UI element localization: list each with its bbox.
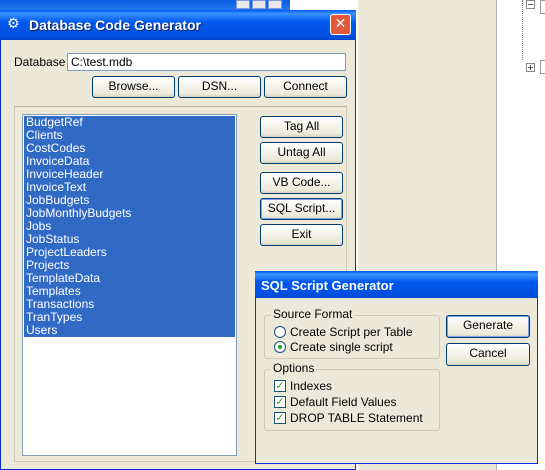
exit-button[interactable]: Exit — [260, 224, 343, 246]
database-label: Database — [14, 55, 66, 69]
tag-all-button[interactable]: Tag All — [260, 116, 343, 138]
indexes-checkbox[interactable]: ✓ — [274, 380, 286, 392]
close-icon: ✕ — [334, 16, 347, 32]
sql-script-button[interactable]: SQL Script... — [260, 198, 343, 220]
checkbox-label: Indexes — [290, 379, 333, 393]
background-maximize-button[interactable] — [252, 0, 266, 9]
radio-create-single-script[interactable] — [274, 341, 286, 353]
tree-node-icon — [540, 60, 545, 74]
untag-all-button[interactable]: Untag All — [260, 142, 343, 164]
radio-label: Create Script per Table — [290, 325, 413, 339]
generate-button[interactable]: Generate — [446, 315, 530, 338]
database-gear-icon: ⚙ — [7, 16, 20, 32]
background-minimize-button[interactable] — [236, 0, 250, 9]
drop-table-statement-checkbox[interactable]: ✓ — [274, 412, 286, 424]
tree-collapse-icon[interactable]: − — [526, 0, 535, 9]
main-dialog-title: Database Code Generator — [29, 17, 201, 33]
checkbox-label: DROP TABLE Statement — [290, 411, 423, 425]
radio-create-script-per-table[interactable] — [274, 326, 286, 338]
browse-button[interactable]: Browse... — [92, 76, 175, 98]
background-close-button[interactable] — [268, 0, 282, 9]
check-icon: ✓ — [275, 411, 285, 424]
tree-node-icon — [540, 0, 545, 14]
default-field-values-checkbox[interactable]: ✓ — [274, 396, 286, 408]
list-item[interactable]: JobMonthlyBudgets — [26, 207, 226, 220]
list-item[interactable]: Users — [26, 324, 226, 337]
tree-connector-line — [522, 0, 523, 60]
checkbox-label: Default Field Values — [290, 395, 397, 409]
vb-code-button[interactable]: VB Code... — [260, 172, 343, 194]
check-icon: ✓ — [275, 379, 285, 392]
options-legend: Options — [271, 361, 317, 375]
radio-label: Create single script — [290, 340, 393, 354]
dsn-button[interactable]: DSN... — [178, 76, 261, 98]
tree-expand-icon[interactable]: + — [526, 63, 535, 72]
database-path-input[interactable]: C:\test.mdb — [67, 53, 346, 71]
source-format-legend: Source Format — [271, 307, 355, 321]
close-button[interactable]: ✕ — [330, 14, 351, 35]
sql-dialog-title: SQL Script Generator — [261, 278, 394, 293]
radio-selected-indicator — [278, 345, 282, 349]
cancel-button[interactable]: Cancel — [446, 343, 530, 366]
connect-button[interactable]: Connect — [264, 76, 347, 98]
check-icon: ✓ — [275, 395, 285, 408]
